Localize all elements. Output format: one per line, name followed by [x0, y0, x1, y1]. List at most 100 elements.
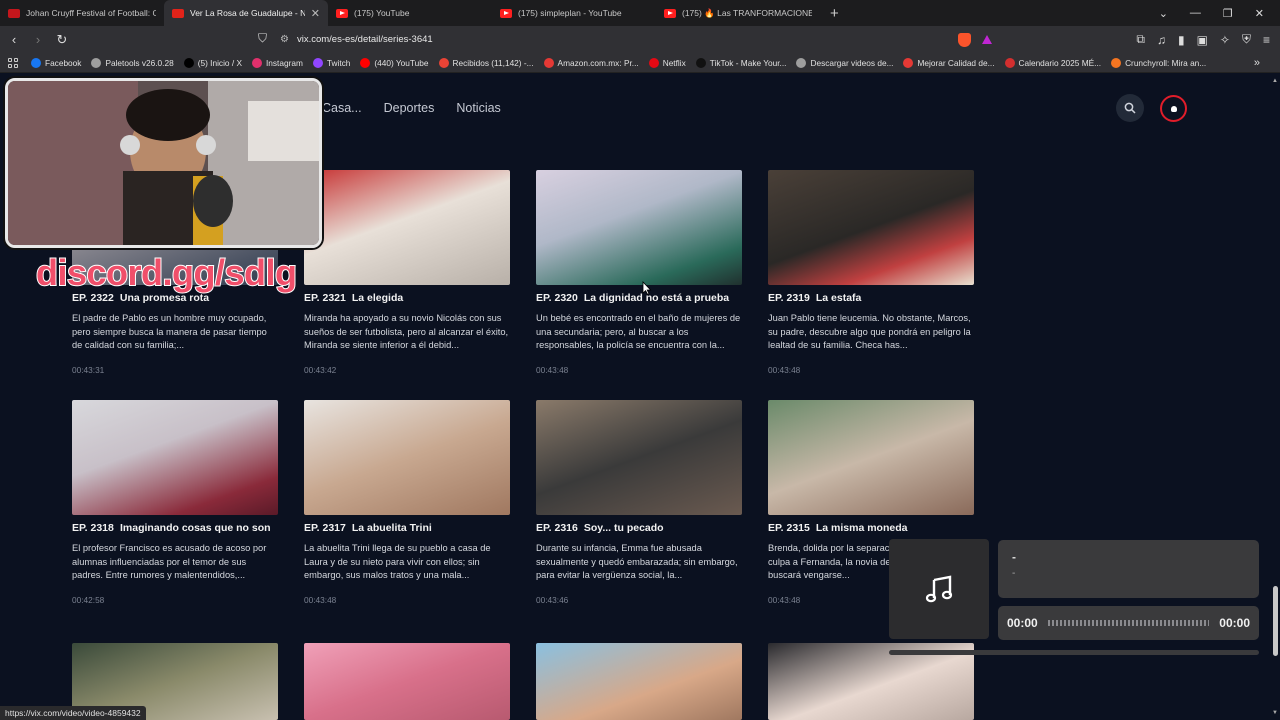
bookmark-item[interactable]: (440) YouTube [355, 57, 433, 68]
nav-item-deportes[interactable]: Deportes [384, 101, 435, 115]
leo-ai-icon[interactable]: ✧ [1220, 33, 1230, 47]
episode-thumbnail[interactable] [72, 400, 278, 515]
music-icon[interactable]: ♫ [1157, 33, 1166, 47]
mini-player-artist: - [1012, 568, 1016, 579]
episode-card[interactable] [304, 643, 510, 720]
episode-title[interactable]: EP. 2318 Imaginando cosas que no son [72, 522, 278, 535]
profile-avatar[interactable] [1160, 95, 1187, 122]
apps-grid-icon[interactable] [8, 57, 18, 68]
bookmark-item[interactable]: TikTok - Make Your... [691, 57, 792, 68]
episode-duration: 00:43:48 [536, 365, 569, 375]
episode-card[interactable]: EP. 2321 La elegida Miranda ha apoyado a s… [304, 170, 510, 375]
back-icon[interactable]: ‹ [4, 32, 24, 47]
bookmark-favicon-icon [695, 57, 706, 68]
browser-tab-5[interactable]: (175) 🔥 Las TRANFORMACIONES M [656, 0, 820, 26]
browser-tab-2[interactable]: Ver La Rosa de Guadalupe - Nue ✕ [164, 0, 328, 26]
menu-icon[interactable]: ≡ [1263, 33, 1270, 47]
sidebar-icon[interactable]: ▮ [1178, 33, 1185, 47]
bookmark-favicon-icon [31, 57, 41, 68]
search-button[interactable] [1116, 94, 1144, 122]
bookmark-item[interactable]: Calendario 2025 MÉ... [1000, 57, 1107, 68]
chevron-down-icon[interactable]: ⌄ [1159, 7, 1168, 20]
episode-thumbnail[interactable] [536, 643, 742, 720]
bookmark-item[interactable]: Amazon.com.mx: Pr... [539, 57, 644, 68]
episode-number: EP. 2321 [304, 292, 346, 304]
total-time: 00:00 [1219, 616, 1250, 630]
youtube-favicon [500, 8, 512, 18]
episode-thumbnail[interactable] [768, 400, 974, 515]
episode-card[interactable]: EP. 2320 La dignidad no está a prueba Un b… [536, 170, 742, 375]
episode-name: Imaginando cosas que no son [120, 522, 271, 534]
more-bookmarks-icon[interactable]: » [1254, 57, 1260, 69]
bookmark-item[interactable]: Descargar videos de... [791, 57, 898, 68]
volume-slider[interactable] [889, 650, 1259, 655]
episode-number: EP. 2317 [304, 522, 346, 534]
maximize-icon[interactable]: ❐ [1223, 7, 1233, 20]
episode-number: EP. 2316 [536, 522, 578, 534]
page-scrollbar[interactable]: ▲ ▼ [1270, 74, 1280, 720]
episode-card[interactable]: EP. 2318 Imaginando cosas que no son El pr… [72, 400, 278, 605]
episode-thumbnail[interactable] [768, 170, 974, 285]
episode-card[interactable]: EP. 2319 La estafa Juan Pablo tiene leucem… [768, 170, 974, 375]
scrollbar-thumb[interactable] [1273, 586, 1278, 656]
reload-icon[interactable]: ↻ [52, 32, 72, 48]
episode-title[interactable]: EP. 2321 La elegida [304, 292, 510, 305]
extensions-icon[interactable]: ⧉ [1136, 32, 1145, 47]
browser-tab-3[interactable]: (175) YouTube [328, 0, 492, 26]
window-controls: ⌄ — ❐ ✕ [1159, 0, 1280, 26]
wallet-icon[interactable]: ▣ [1197, 33, 1208, 47]
bookmark-item[interactable]: Facebook [26, 57, 86, 68]
bookmark-item[interactable]: Crunchyroll: Mira an... [1106, 57, 1211, 68]
vpn-icon[interactable]: ⛨ [1242, 32, 1251, 47]
episode-title[interactable]: EP. 2315 La misma moneda [768, 522, 974, 535]
brave-shield-icon[interactable] [958, 33, 971, 47]
bookmark-favicon-icon [1004, 57, 1015, 68]
episode-thumbnail[interactable] [304, 400, 510, 515]
episode-card[interactable] [536, 643, 742, 720]
episode-name: La estafa [815, 292, 862, 304]
browser-tab-1[interactable]: Johan Cruyff Festival of Football: Gre [0, 0, 164, 26]
bookmark-item[interactable]: Mejorar Calidad de... [898, 57, 999, 68]
forward-icon[interactable]: › [28, 32, 48, 47]
bookmark-item[interactable]: Paletools v26.0.28 [86, 57, 178, 68]
url-field[interactable]: ⚙ vix.com/es-es/detail/series-3641 [280, 30, 950, 49]
nav-item-casa[interactable]: Casa... [322, 101, 362, 115]
bookmark-item[interactable]: Twitch [308, 57, 356, 68]
nav-item-noticias[interactable]: Noticias [456, 101, 500, 115]
bookmark-label: (5) Inicio / X [197, 57, 242, 68]
browser-tab-4[interactable]: (175) simpleplan - YouTube [492, 0, 656, 26]
minimize-icon[interactable]: — [1190, 7, 1201, 19]
episode-card[interactable]: EP. 2316 Soy... tu pecado Durante su infan… [536, 400, 742, 605]
new-tab-icon[interactable]: + [830, 5, 839, 22]
mini-player-artwork [889, 539, 989, 639]
episode-thumbnail[interactable] [304, 170, 510, 285]
bookmark-item[interactable]: Recibidos (11,142) -... [434, 57, 539, 68]
bookmark-favicon-icon [1111, 57, 1122, 68]
episode-thumbnail[interactable] [536, 400, 742, 515]
bookmark-favicon-icon [251, 57, 262, 68]
bookmark-favicon-icon [360, 57, 371, 68]
site-info-icon[interactable]: ⚙ [280, 34, 289, 45]
episode-title[interactable]: EP. 2317 La abuelita Trini [304, 522, 510, 535]
episode-thumbnail[interactable] [304, 643, 510, 720]
episode-thumbnail[interactable] [536, 170, 742, 285]
episode-title[interactable]: EP. 2320 La dignidad no está a prueba [536, 292, 742, 305]
close-tab-icon[interactable]: ✕ [311, 7, 320, 20]
close-window-icon[interactable]: ✕ [1255, 7, 1264, 20]
bookmark-item[interactable]: Instagram [247, 57, 308, 68]
episode-title[interactable]: EP. 2316 Soy... tu pecado [536, 522, 742, 535]
bookmark-item[interactable]: (5) Inicio / X [179, 57, 247, 68]
episode-title[interactable]: EP. 2319 La estafa [768, 292, 974, 305]
bookmark-label: Facebook [45, 57, 82, 68]
progress-bar[interactable] [1047, 620, 1210, 626]
scroll-down-icon[interactable]: ▼ [1272, 710, 1278, 716]
bookmark-icon[interactable]: ⛉ [258, 31, 267, 46]
streamer-webcam [5, 78, 322, 248]
episode-card[interactable]: EP. 2317 La abuelita Trini La abuelita Tri… [304, 400, 510, 605]
scroll-up-icon[interactable]: ▲ [1272, 78, 1278, 84]
episode-number: EP. 2319 [768, 292, 810, 304]
bookmark-favicon-icon [648, 57, 659, 68]
bookmark-item[interactable]: Netflix [644, 57, 691, 68]
rewards-icon[interactable] [982, 35, 992, 44]
episode-name: La abuelita Trini [351, 522, 432, 534]
